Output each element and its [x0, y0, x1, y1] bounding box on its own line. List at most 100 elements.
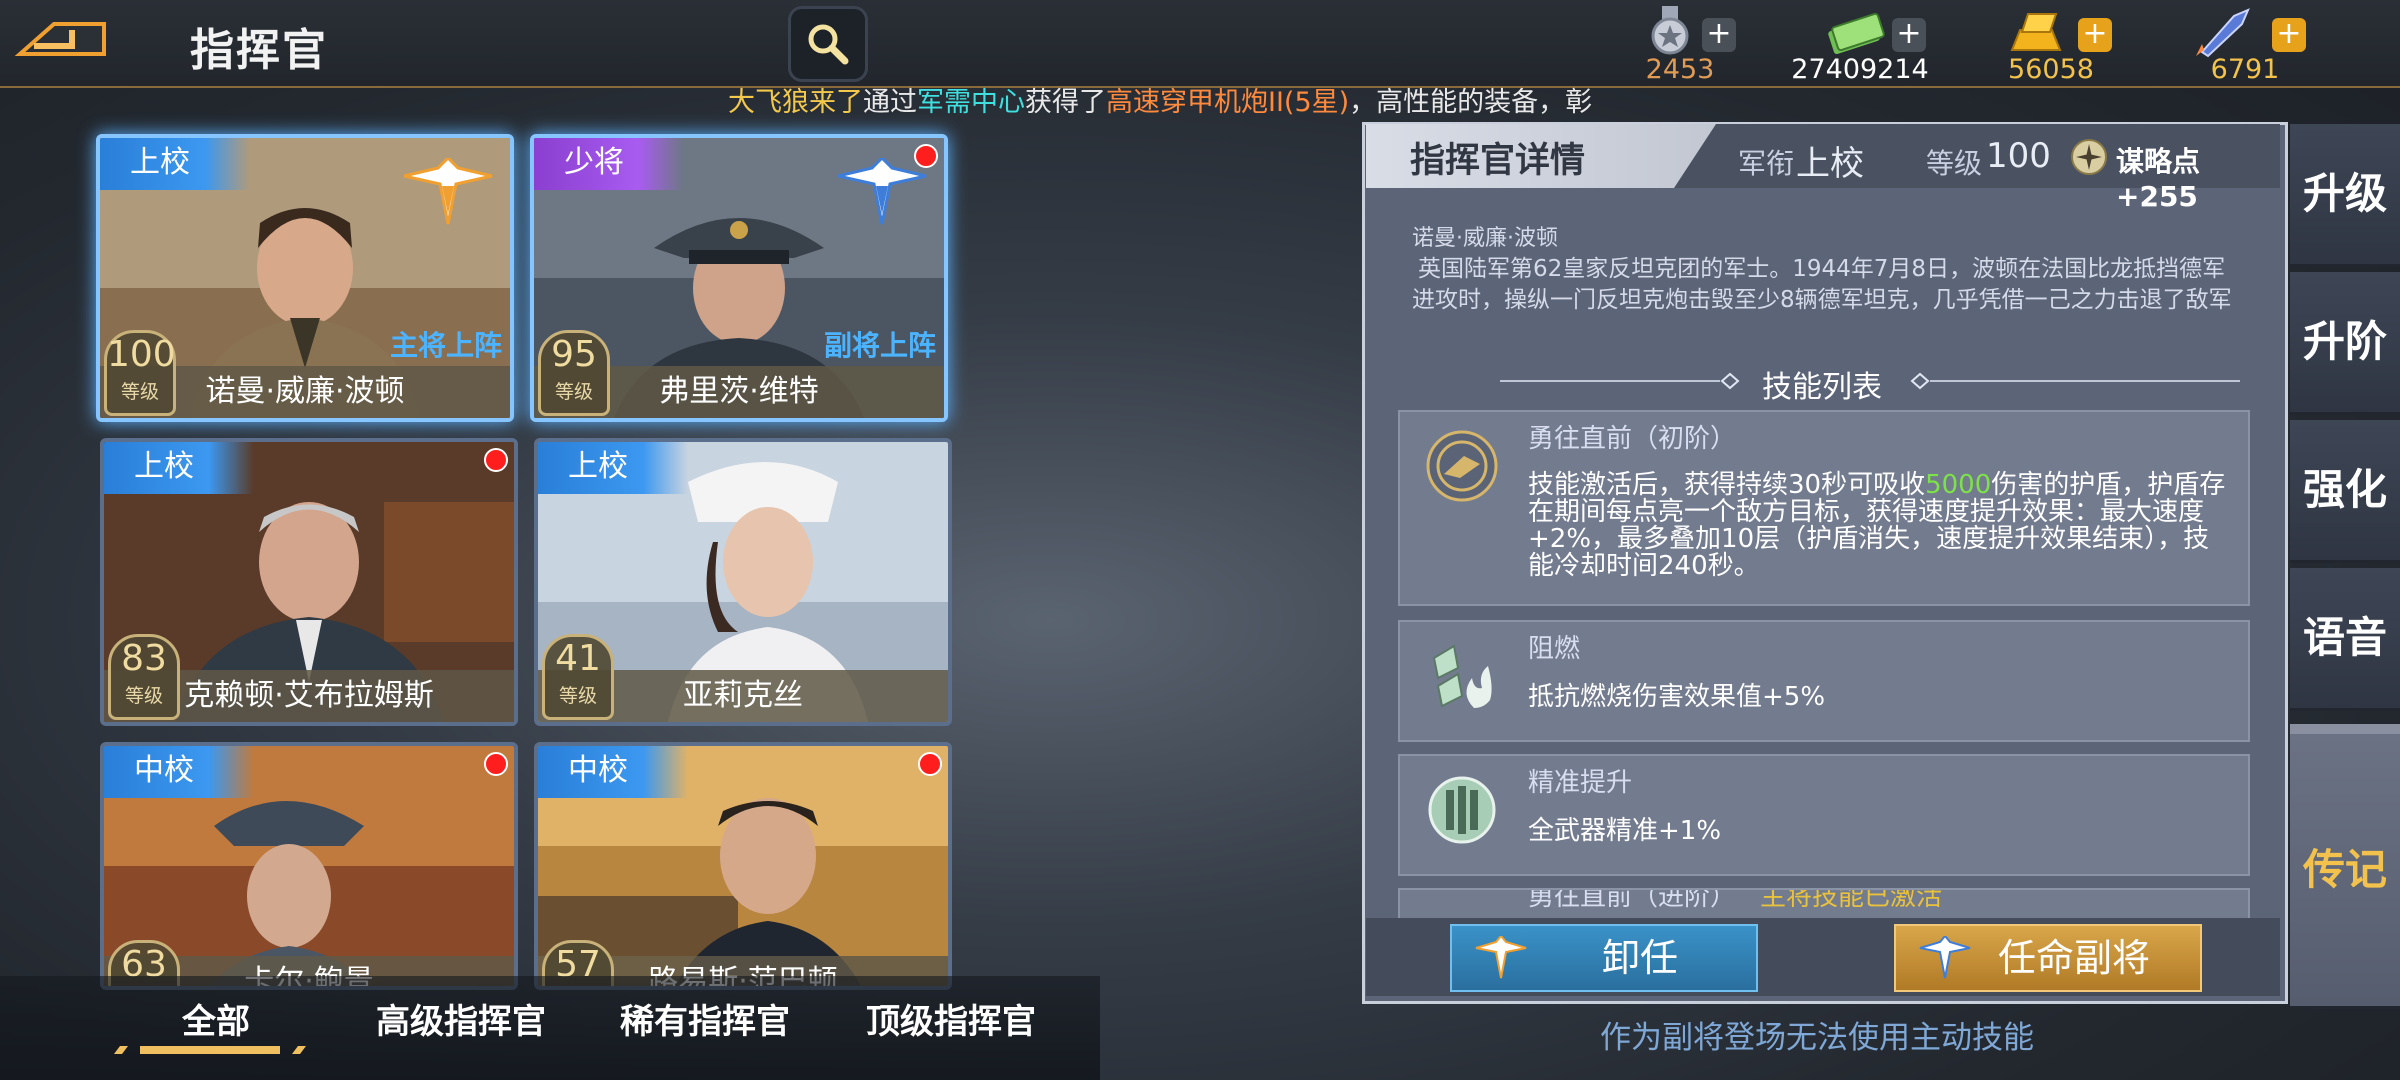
level-label: 等级: [558, 685, 597, 707]
appoint-deputy-button[interactable]: 任命副将: [1894, 924, 2202, 992]
resource-cash: + 27409214: [1786, 6, 1946, 85]
level-label: 等级: [554, 381, 593, 403]
level-label: 等级: [124, 685, 163, 707]
deploy-status: 主将上阵: [389, 329, 502, 362]
rank-badge: 少将: [534, 138, 684, 190]
tab-senior[interactable]: 高级指挥官: [376, 994, 546, 1043]
notification-dot: [484, 752, 508, 776]
search-icon: [808, 24, 849, 65]
ticker-tail: ，高性能的装备，彰: [1349, 87, 1593, 118]
skill-desc-pre: 技能激活后，获得持续30秒可吸收: [1528, 470, 1926, 500]
rank-badge: 中校: [538, 746, 688, 798]
skill-description: 抵抗燃烧伤害效果值+5%: [1528, 682, 1826, 712]
advance-skill-icon: [1426, 430, 1498, 502]
skill-name: 勇往直前（初阶）: [1528, 424, 1737, 454]
rank-label: 军衔: [1738, 147, 1795, 180]
medal-icon: [1651, 6, 1689, 55]
rank-badge: 中校: [104, 746, 254, 798]
commander-card[interactable]: 少将 副将上阵 弗里茨·维特 95 等级: [530, 134, 948, 422]
skill-description: 全武器精准+1%: [1528, 816, 1722, 846]
skill-name: 精准提升: [1528, 768, 1633, 798]
back-button[interactable]: [14, 14, 110, 64]
rank-emblem-icon: [403, 158, 493, 225]
level-badge: 100 等级: [104, 330, 176, 416]
appoint-icon: [1919, 936, 1971, 979]
strategy-points: 谋略点+255: [2116, 145, 2201, 213]
fire-resist-icon: [1432, 644, 1492, 708]
ticker-via: 通过: [863, 87, 917, 118]
commander-card[interactable]: 中校 路易斯·范巴顿 57等级: [534, 742, 952, 990]
add-gold-button[interactable]: +: [2078, 18, 2112, 52]
broadcast-ticker: 大飞狼来了通过军需中心获得了高速穿甲机炮II(5星)，高性能的装备，彰: [728, 80, 1592, 119]
skill-description: 技能激活后，获得持续30秒可吸收5000伤害的护盾，护盾存在期间每点亮一个敌方目…: [1528, 472, 2228, 580]
level-value: 100: [1986, 136, 2051, 176]
skill-card[interactable]: 精准提升 全武器精准+1%: [1398, 754, 2250, 876]
skill-name: 阻燃: [1528, 634, 1581, 664]
add-cash-button[interactable]: +: [1892, 18, 1926, 52]
skill-card[interactable]: 勇往直前（初阶） 技能激活后，获得持续30秒可吸收5000伤害的护盾，护盾存在期…: [1398, 410, 2250, 606]
add-rocket-button[interactable]: +: [2272, 18, 2306, 52]
panel-title: 指挥官详情: [1410, 141, 1586, 181]
level-value: 83: [121, 638, 167, 679]
rocket-count: 6791: [2210, 54, 2280, 85]
skill-card[interactable]: 阻燃 抵抗燃烧伤害效果值+5%: [1398, 620, 2250, 742]
precision-icon: [1428, 776, 1496, 844]
panel-title-tab: 指挥官详情: [1366, 124, 1716, 188]
gold-bar-icon: [2010, 13, 2062, 51]
enhance-button[interactable]: 强化: [2290, 420, 2400, 563]
dismiss-icon: [1475, 936, 1527, 979]
upgrade-button[interactable]: 升级: [2290, 124, 2400, 267]
biography-button[interactable]: 传记: [2290, 724, 2400, 1009]
page-title: 指挥官: [190, 25, 328, 76]
resource-medal: + 2453: [1632, 6, 1752, 85]
skill-name: 勇往直前（进阶）: [1528, 888, 1737, 912]
cash-icon: [1828, 12, 1885, 55]
rank-badge: 上校: [100, 138, 250, 190]
notification-dot: [484, 448, 508, 472]
tab-rare[interactable]: 稀有指挥官: [620, 994, 790, 1043]
skill-desc-highlight: 5000: [1925, 470, 1992, 500]
tab-active-indicator: [114, 1046, 306, 1054]
voice-button[interactable]: 语音: [2290, 568, 2400, 711]
search-button[interactable]: [788, 6, 868, 82]
ticker-item: 高速穿甲机炮II(5星): [1106, 87, 1350, 118]
panel-header: 指挥官详情 军衔 上校 等级 100 谋略点+255: [1366, 124, 2280, 213]
dismiss-label: 卸任: [1602, 936, 1679, 980]
rank-value: 上校: [1796, 144, 1864, 184]
promote-button[interactable]: 升阶: [2290, 272, 2400, 415]
skill-card[interactable]: 勇往直前（进阶） 主将技能已激活: [1398, 888, 2250, 922]
medal-count: 2453: [1645, 54, 1715, 85]
cash-count: 27409214: [1791, 54, 1929, 85]
level-value: 100: [107, 334, 176, 375]
commander-card[interactable]: 中校 卡尔·鲍景 63等级: [100, 742, 518, 990]
appoint-label: 任命副将: [1998, 936, 2151, 980]
level-badge: 83 等级: [108, 634, 180, 720]
commander-card[interactable]: 上校 主将上阵 诺曼·威廉·波顿 100 等级: [96, 134, 514, 422]
skill-extra: 主将技能已激活: [1760, 888, 1943, 912]
ticker-player: 大飞狼来了: [728, 87, 863, 118]
dismiss-button[interactable]: 卸任: [1450, 924, 1758, 992]
level-badge: 95 等级: [538, 330, 610, 416]
level-badge: 41 等级: [542, 634, 614, 720]
commander-card[interactable]: 上校 亚莉克丝 41 等级: [534, 438, 952, 726]
ticker-place: 军需中心: [917, 87, 1025, 118]
rank-emblem-icon: [837, 158, 927, 225]
notification-dot: [914, 144, 938, 168]
rank-badge: 上校: [104, 442, 254, 494]
rank-badge: 上校: [538, 442, 688, 494]
strategy-icon: [2071, 139, 2107, 175]
level-label: 等级: [1926, 147, 1983, 180]
notification-dot: [918, 752, 942, 776]
resource-gold: + 56058: [1996, 6, 2126, 85]
bio-name: 诺曼·威廉·波顿: [1412, 226, 1558, 251]
tab-top[interactable]: 顶级指挥官: [866, 994, 1036, 1043]
add-medal-button[interactable]: +: [1702, 18, 1736, 52]
tab-all[interactable]: 全部: [182, 994, 250, 1043]
skills-title: 技能列表: [1762, 370, 1882, 405]
level-label: 等级: [120, 381, 159, 403]
deputy-note: 作为副将登场无法使用主动技能: [1600, 1020, 2034, 1056]
rocket-icon: [2196, 8, 2250, 58]
resource-rocket: + 6791: [2190, 6, 2320, 85]
level-value: 95: [551, 334, 597, 375]
commander-card[interactable]: 上校 克赖顿·艾布拉姆斯 83 等级: [100, 438, 518, 726]
